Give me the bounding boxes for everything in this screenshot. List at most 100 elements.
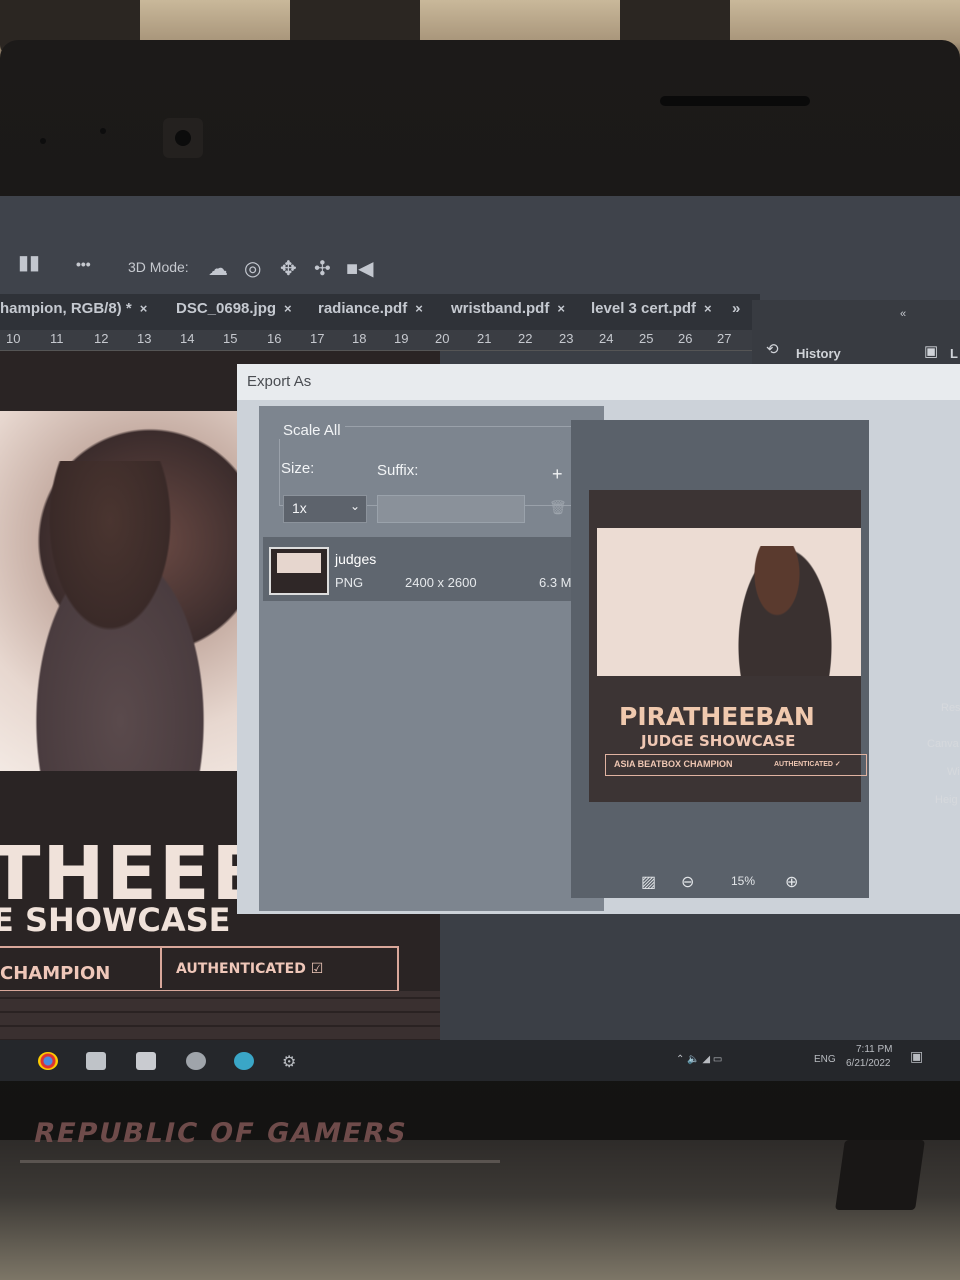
align-icon[interactable]: ▮▮ — [18, 250, 40, 275]
preview-badges: ASIA BEATBOX CHAMPION AUTHENTICATED ✓ — [605, 754, 867, 776]
ruler-tick: 26 — [678, 331, 693, 346]
notification-icon[interactable]: ▣ — [910, 1048, 923, 1065]
ruler-tick: 27 — [717, 331, 732, 346]
size-select-value: 1x — [292, 500, 307, 516]
roll-3d-icon[interactable]: ◎ — [244, 256, 261, 281]
document-tabs: hampion, RGB/8) * × DSC_0698.jpg × radianc… — [0, 294, 760, 330]
tab-dsc-0698[interactable]: DSC_0698.jpg × — [176, 300, 292, 317]
height-label: Heig — [935, 794, 958, 806]
ruler-tick: 17 — [310, 331, 325, 346]
ruler-tick: 20 — [435, 331, 450, 346]
3d-mode-label: 3D Mode: — [128, 259, 189, 275]
hinge — [660, 96, 810, 106]
history-icon[interactable]: ⟲ — [766, 340, 779, 358]
resample-label: Res — [941, 702, 960, 714]
tab-overflow-button[interactable]: » — [732, 300, 740, 317]
app-icon[interactable] — [86, 1052, 106, 1070]
tab-radiance[interactable]: radiance.pdf × — [318, 300, 423, 317]
zoom-in-icon[interactable]: ⊕ — [785, 872, 798, 892]
laptop-edge — [20, 1160, 500, 1163]
slide-3d-icon[interactable]: ✣ — [314, 256, 331, 281]
gear-icon[interactable]: ⚙ — [282, 1052, 302, 1071]
clock-time[interactable]: 7:11 PM — [856, 1044, 893, 1055]
asset-dimensions: 2400 x 2600 — [405, 575, 477, 590]
asset-format: PNG — [335, 575, 364, 590]
close-icon[interactable]: × — [704, 301, 712, 316]
panel-header: « ⟲ History ▣ L — [752, 300, 960, 364]
layers-panel-tab[interactable]: L — [950, 346, 958, 361]
app-icon[interactable] — [234, 1052, 254, 1070]
close-icon[interactable]: × — [284, 301, 292, 316]
canvas-size-label: Canva — [927, 738, 959, 750]
preview-performer — [737, 546, 833, 676]
pan-3d-icon[interactable]: ✥ — [280, 256, 297, 281]
chrome-icon[interactable] — [38, 1052, 58, 1070]
ruler-tick: 12 — [94, 331, 109, 346]
laptop-hinge-foot — [835, 1140, 925, 1210]
orbit-3d-icon[interactable]: ☁ — [208, 256, 228, 281]
tab-champion[interactable]: hampion, RGB/8) * × — [0, 300, 147, 317]
collapse-panels-button[interactable]: « — [900, 308, 906, 320]
ruler-tick: 18 — [352, 331, 367, 346]
clock-date[interactable]: 6/21/2022 — [846, 1058, 891, 1069]
horizontal-ruler: 10 11 12 13 14 15 16 17 18 19 20 21 22 2… — [0, 330, 760, 351]
preview-subtitle: JUDGE SHOWCASE — [641, 732, 796, 750]
close-icon[interactable]: × — [140, 301, 148, 316]
poster-subtitle: E SHOWCASE — [0, 901, 231, 939]
history-panel-tab[interactable]: History — [796, 346, 841, 361]
zoom-level: 15% — [731, 874, 756, 888]
dialog-titlebar: Export As — [237, 364, 960, 400]
chevron-down-icon: ⌄ — [349, 499, 360, 513]
poster-badge-right: AUTHENTICATED ☑ — [176, 961, 324, 977]
ruler-tick: 11 — [50, 331, 64, 346]
app-icon[interactable] — [186, 1052, 206, 1070]
close-icon[interactable]: × — [415, 301, 423, 316]
camera-3d-icon[interactable]: ■◀ — [346, 256, 373, 281]
ruler-tick: 22 — [518, 331, 533, 346]
tab-level-3-cert[interactable]: level 3 cert.pdf × — [591, 300, 712, 317]
tab-wristband[interactable]: wristband.pdf × — [451, 300, 565, 317]
add-scale-button[interactable]: + — [552, 464, 563, 485]
fit-preview-icon[interactable]: ▨ — [641, 872, 656, 892]
preview-badge-right: AUTHENTICATED ✓ — [774, 761, 841, 768]
ruler-tick: 16 — [267, 331, 282, 346]
export-settings-pane: Scale All Size: Suffix: 1x ⌄ + 🗑 judges P… — [259, 406, 614, 911]
zoom-out-icon[interactable]: ⊖ — [681, 872, 694, 892]
tray-icons[interactable]: ⌃ 🔈 ◢ ▭ — [676, 1054, 722, 1065]
asset-thumbnail — [269, 547, 329, 595]
suffix-input[interactable] — [377, 495, 525, 523]
more-options-button[interactable]: ••• — [76, 256, 91, 272]
preview-title: PIRATHEEBAN — [619, 702, 815, 731]
language-indicator[interactable]: ENG — [814, 1054, 836, 1065]
poster-performer — [0, 461, 250, 771]
ruler-tick: 13 — [137, 331, 152, 346]
app-icon[interactable] — [136, 1052, 156, 1070]
width-label: Wi — [947, 766, 960, 778]
webcam — [163, 118, 203, 158]
layers-icon[interactable]: ▣ — [924, 342, 938, 360]
ruler-tick: 21 — [477, 331, 492, 346]
ruler-tick: 23 — [559, 331, 574, 346]
suffix-label: Suffix: — [377, 462, 419, 479]
badge-separator — [160, 948, 162, 988]
preview-photo — [597, 528, 861, 676]
trash-icon[interactable]: 🗑 — [549, 499, 567, 516]
ruler-tick: 24 — [599, 331, 614, 346]
ruler-tick: 10 — [6, 331, 21, 346]
laptop-brand: REPUBLIC OF GAMERS — [30, 1118, 411, 1149]
taskbar: ⚙ ⌃ 🔈 ◢ ▭ ENG 7:11 PM 6/21/2022 ▣ — [0, 1040, 960, 1081]
sensor-dot — [100, 128, 106, 134]
export-as-dialog: Export As Scale All Size: Suffix: 1x ⌄ + … — [237, 364, 960, 914]
ruler-tick: 19 — [394, 331, 409, 346]
preview-poster: PIRATHEEBAN JUDGE SHOWCASE ASIA BEATBOX … — [589, 490, 867, 802]
asset-row[interactable]: judges PNG 2400 x 2600 6.3 MB — [263, 537, 581, 601]
ruler-tick: 25 — [639, 331, 654, 346]
scale-all-label: Scale All — [279, 422, 345, 439]
screen: ▮▮ ••• 3D Mode: ☁ ◎ ✥ ✣ ■◀ hampion, RGB/… — [0, 196, 960, 1081]
export-preview: PIRATHEEBAN JUDGE SHOWCASE ASIA BEATBOX … — [571, 420, 869, 898]
preview-badge-left: ASIA BEATBOX CHAMPION — [614, 759, 733, 769]
ruler-tick: 14 — [180, 331, 195, 346]
size-select[interactable]: 1x ⌄ — [283, 495, 367, 523]
size-label: Size: — [281, 460, 315, 477]
close-icon[interactable]: × — [557, 301, 565, 316]
